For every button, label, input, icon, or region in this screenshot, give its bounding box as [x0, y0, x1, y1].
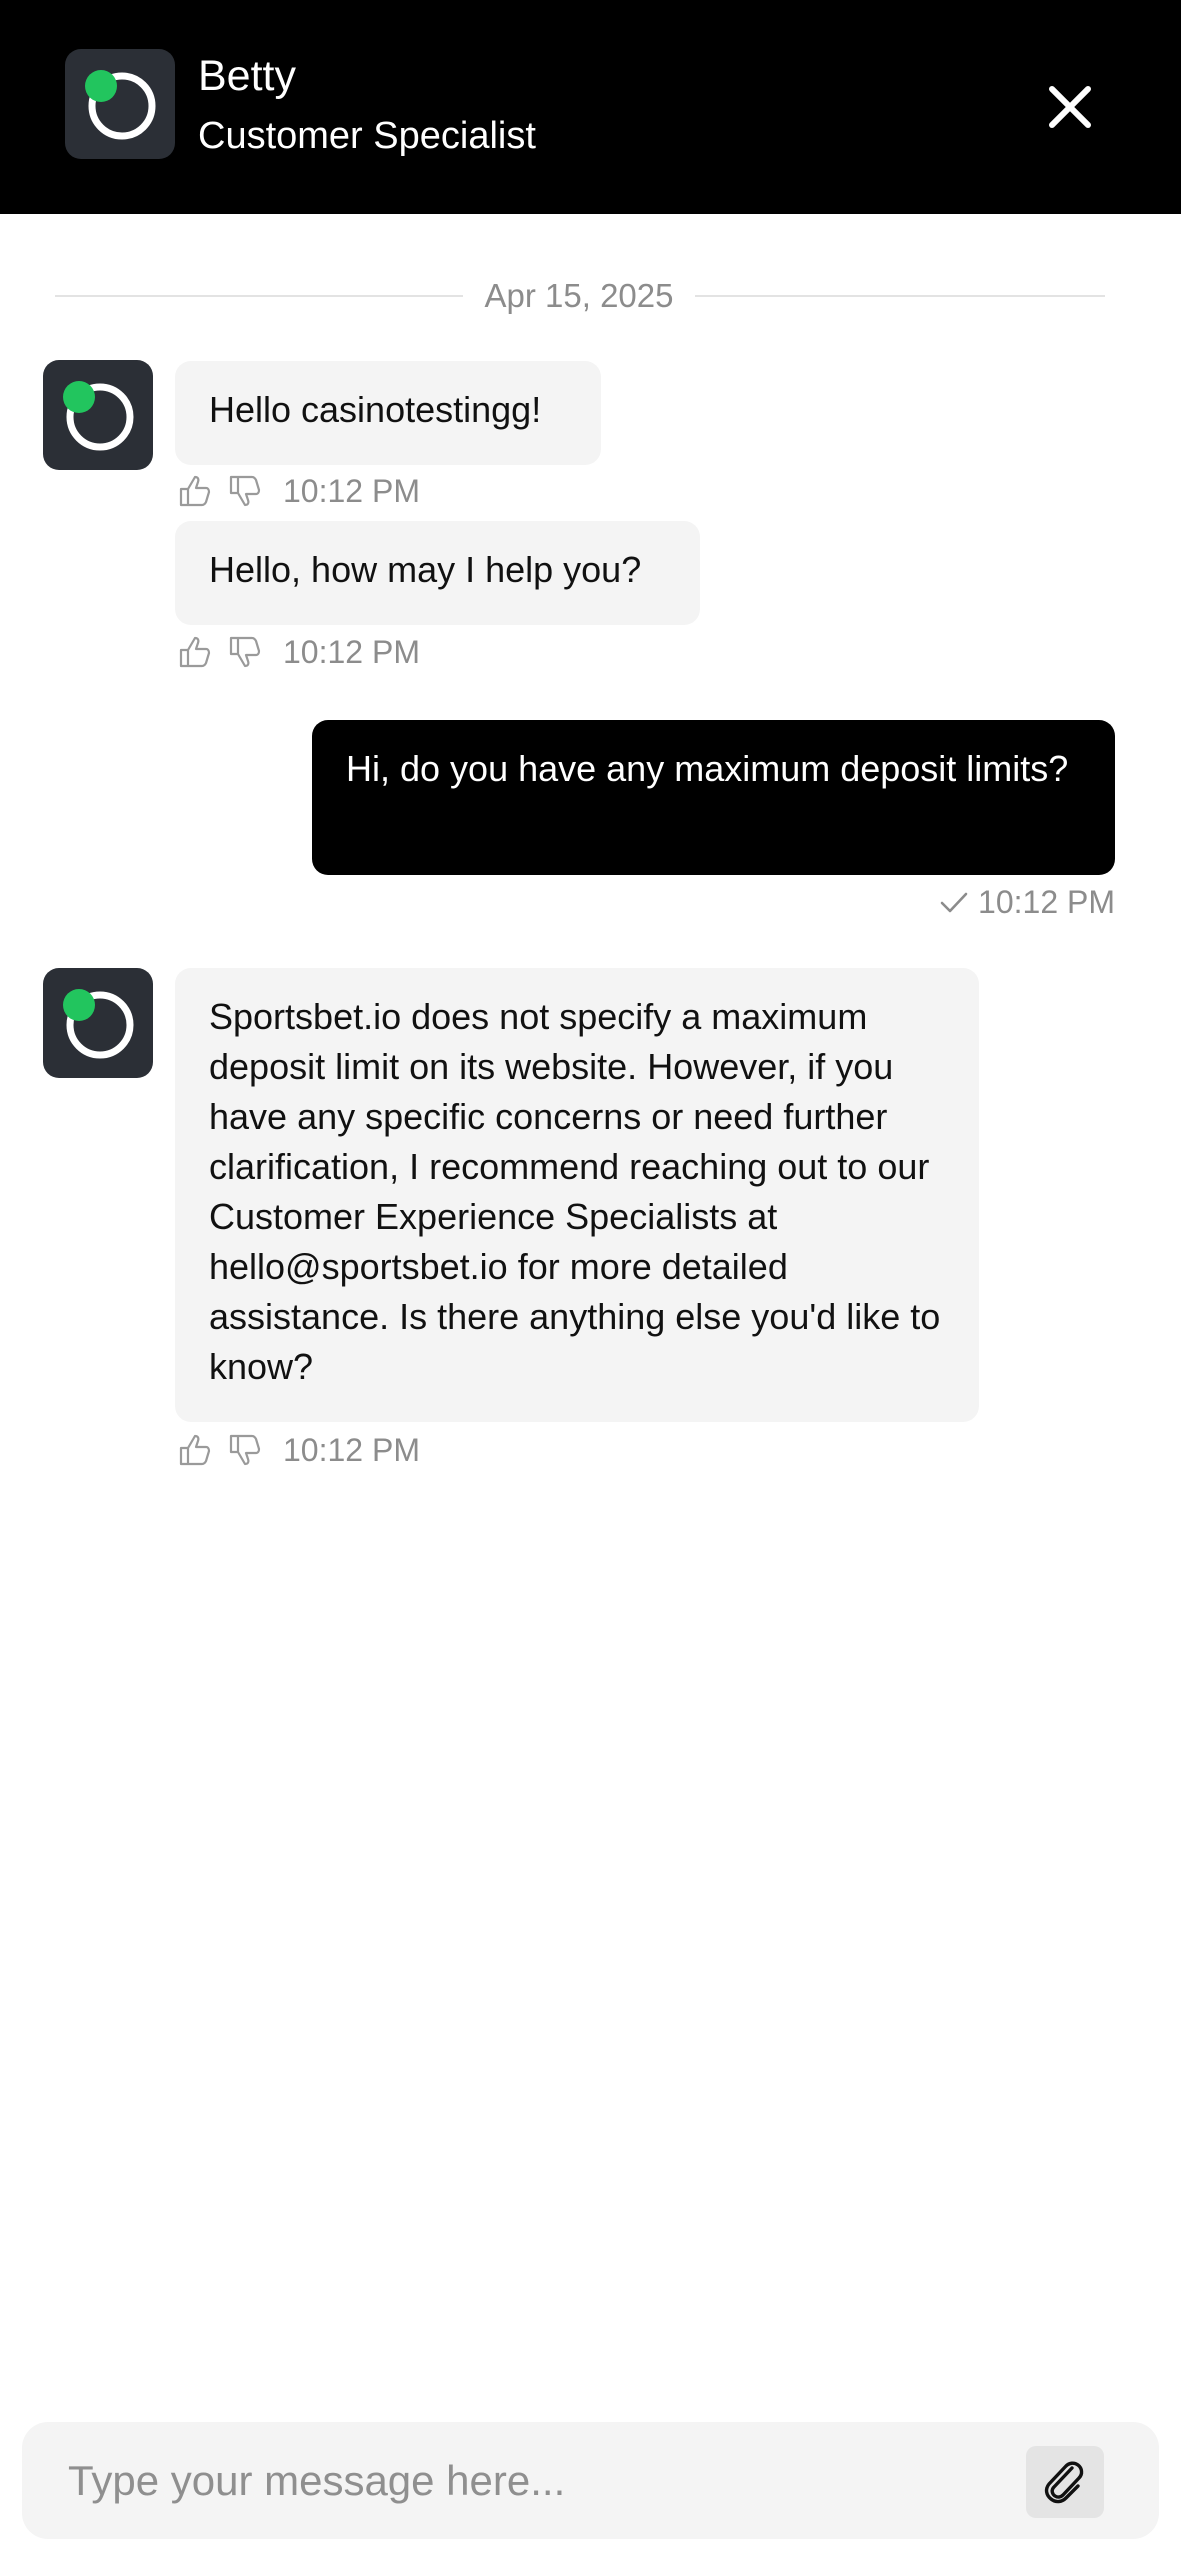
thumbs-up-icon[interactable]: [175, 632, 215, 672]
chat-header: Betty Customer Specialist: [0, 0, 1181, 214]
date-label: Apr 15, 2025: [484, 277, 674, 314]
checkmark-icon: [940, 892, 968, 913]
message-composer: [22, 2422, 1159, 2539]
thumbs-down-icon[interactable]: [225, 632, 265, 672]
message-meta: 10:12 PM: [700, 880, 1115, 924]
message-time: 10:12 PM: [978, 883, 1115, 920]
agent-logo: [65, 49, 175, 159]
agent-name: Betty: [198, 52, 296, 100]
message-meta: 10:12 PM: [175, 1428, 420, 1472]
thumbs-down-icon[interactable]: [225, 1430, 265, 1470]
message-input[interactable]: [66, 2448, 1010, 2514]
divider-line: [695, 295, 1105, 297]
spinner-ring-logo-icon: [63, 381, 134, 451]
message-meta: 10:12 PM: [175, 469, 420, 513]
attach-button[interactable]: [1026, 2446, 1104, 2518]
agent-avatar: [43, 360, 153, 470]
close-button[interactable]: [1035, 72, 1105, 142]
agent-message-bubble: Hello casinotestingg!: [175, 361, 601, 465]
divider-line: [55, 295, 463, 297]
thumbs-up-icon[interactable]: [175, 1430, 215, 1470]
spinner-ring-logo-icon: [85, 70, 156, 140]
spinner-ring-logo-icon: [63, 989, 134, 1059]
thumbs-up-icon[interactable]: [175, 471, 215, 511]
agent-avatar: [43, 968, 153, 1078]
message-time: 10:12 PM: [283, 1431, 420, 1468]
agent-message-bubble: Hello, how may I help you?: [175, 521, 700, 625]
thumbs-down-icon[interactable]: [225, 471, 265, 511]
agent-message-bubble: Sportsbet.io does not specify a maximum …: [175, 968, 979, 1422]
paperclip-icon[interactable]: [1026, 2446, 1104, 2518]
user-message-bubble: Hi, do you have any maximum deposit limi…: [312, 720, 1115, 875]
date-divider: Apr 15, 2025: [55, 272, 1105, 320]
agent-role: Customer Specialist: [198, 115, 536, 157]
message-time: 10:12 PM: [283, 472, 420, 509]
message-meta: 10:12 PM: [175, 630, 420, 674]
close-icon[interactable]: [1035, 72, 1105, 142]
message-time: 10:12 PM: [283, 633, 420, 670]
